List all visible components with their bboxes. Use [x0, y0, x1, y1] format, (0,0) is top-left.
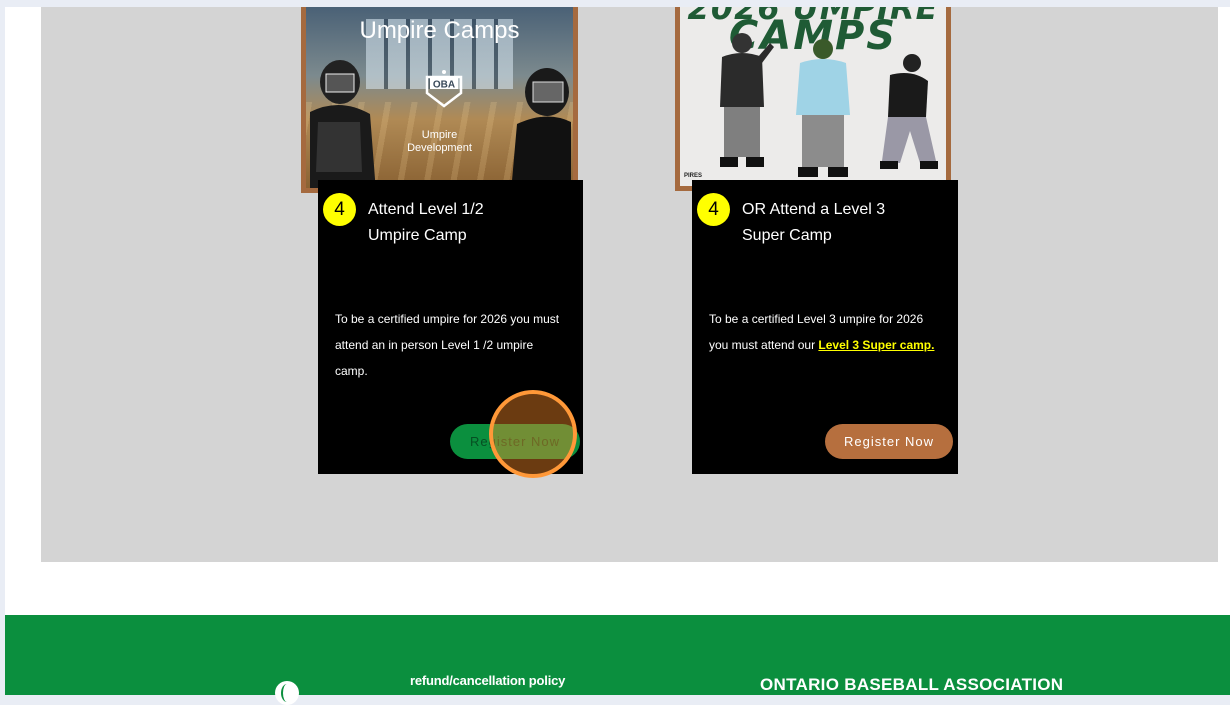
level-3-super-camp-link[interactable]: Level 3 Super camp. — [818, 338, 934, 352]
umpire-illustration-right — [511, 68, 571, 188]
image-title: Umpire Camps — [359, 17, 520, 44]
refund-policy-link[interactable]: refund/cancellation policy — [410, 673, 565, 688]
click-highlight-marker — [489, 390, 577, 478]
steps-section — [41, 7, 1218, 562]
step-title: Attend Level 1/2 Umpire Camp — [368, 201, 484, 244]
umpire-camps-image: Umpire Camps OBA Umpire Development — [301, 7, 578, 193]
step-description: To be a certified Level 3 umpire for 202… — [709, 306, 939, 358]
step-description: To be a certified umpire for 2026 you mu… — [335, 312, 560, 378]
oba-logo-text: OBA — [433, 80, 455, 91]
oba-logo-icon: OBA — [425, 70, 463, 108]
step-number-badge: 4 — [323, 193, 356, 226]
step-number-badge: 4 — [697, 193, 730, 226]
register-now-button[interactable]: Register Now — [825, 424, 953, 459]
organization-name: ONTARIO BASEBALL ASSOCIATION — [760, 675, 1064, 694]
site-footer: refund/cancellation policy ONTARIO BASEB… — [5, 615, 1230, 705]
step-card-level-3: 4 OR Attend a Level 3 Super Camp To be a… — [692, 180, 958, 474]
umpire-camps-2026-image: 2026 UMPIRE CAMPS PIRES — [675, 7, 951, 191]
umpire-photo-2 — [796, 39, 850, 177]
umpire-photo-1 — [720, 33, 774, 167]
baseball-logo-icon — [275, 681, 299, 705]
umpire-illustration-left — [310, 60, 376, 188]
step-title: OR Attend a Level 3 Super Camp — [742, 201, 886, 244]
umpire-photo-3 — [880, 54, 938, 169]
photo-credit: PIRES — [684, 173, 703, 179]
